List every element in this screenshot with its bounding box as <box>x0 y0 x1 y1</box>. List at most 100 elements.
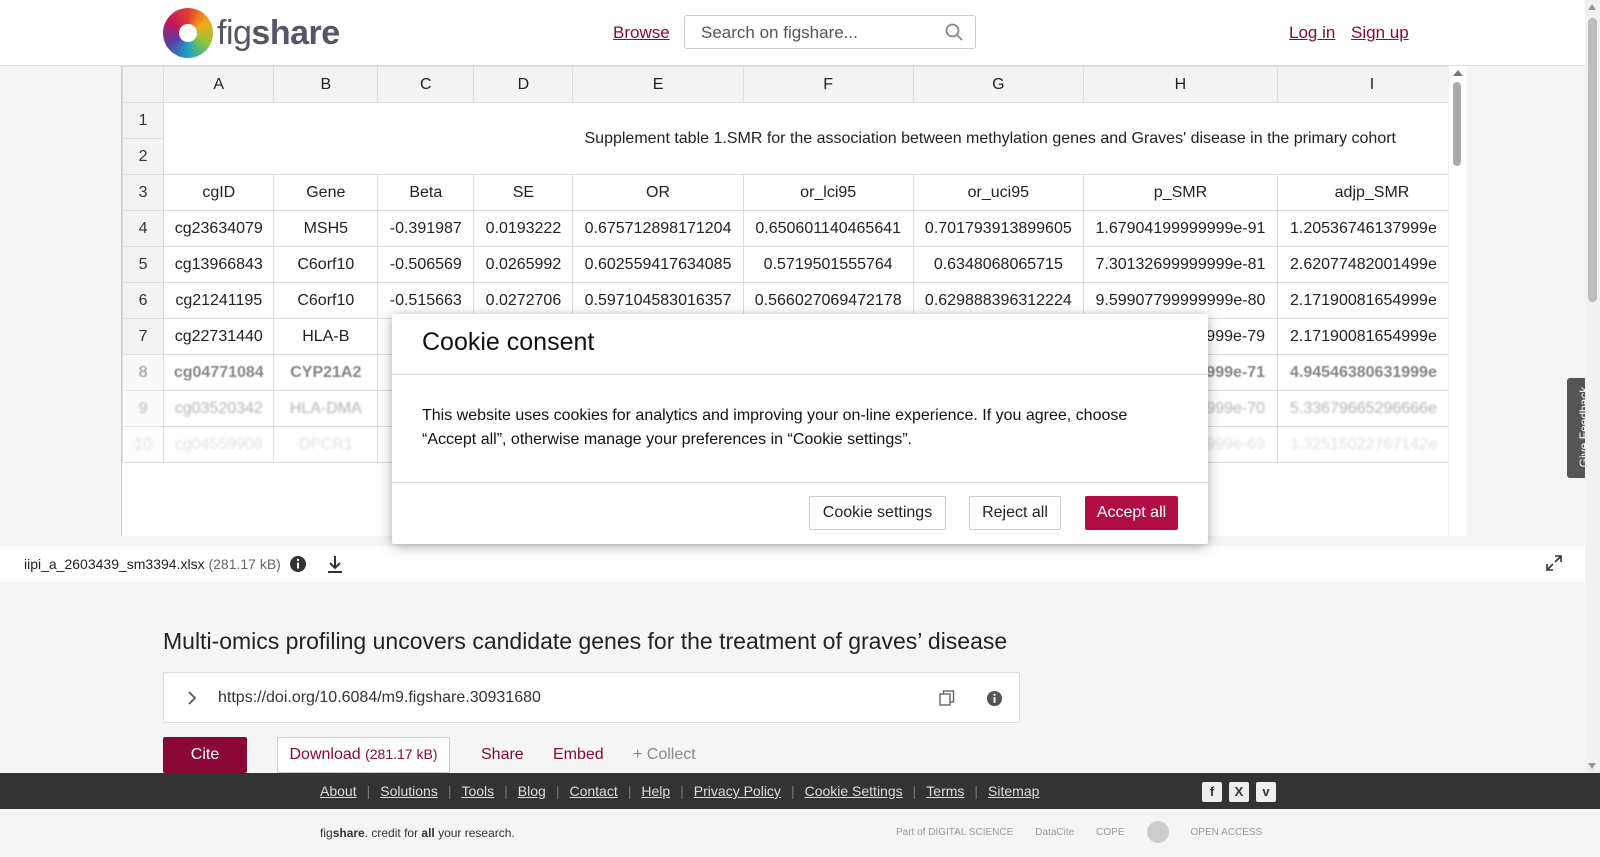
scroll-up-arrow-icon[interactable] <box>1588 4 1596 10</box>
cookie-settings-button[interactable]: Cookie settings <box>809 496 946 530</box>
signup-link[interactable]: Sign up <box>1351 23 1409 43</box>
scroll-down-arrow-icon[interactable] <box>1588 763 1596 769</box>
row-number: 2 <box>122 138 165 175</box>
accept-all-button[interactable]: Accept all <box>1085 496 1178 530</box>
chevron-right-icon[interactable] <box>186 691 198 705</box>
download-button[interactable]: Download (281.17 kB) <box>277 737 450 773</box>
cell: 4.94546380631999e <box>1277 354 1467 391</box>
logo-wordmark: figshare <box>217 13 340 52</box>
scrollbar-thumb[interactable] <box>1453 82 1461 166</box>
cite-button[interactable]: Cite <box>163 737 247 773</box>
cell: cg23634079 <box>163 210 275 247</box>
copy-icon[interactable] <box>939 690 955 706</box>
header-cell: SE <box>473 174 574 211</box>
download-icon[interactable] <box>325 554 345 574</box>
cell: 7.30132699999999e-81 <box>1082 246 1279 283</box>
footer-credit: figshare. credit for all your research. <box>320 826 515 840</box>
column-header: G <box>912 66 1084 103</box>
cookie-dialog-title: Cookie consent <box>422 328 595 356</box>
cell: 0.0193222 <box>473 210 574 247</box>
cell: CYP21A2 <box>273 354 379 391</box>
row-number: 4 <box>122 210 165 247</box>
cell: -0.391987 <box>377 210 475 247</box>
cell: C6orf10 <box>273 246 379 283</box>
cookie-consent-dialog: Cookie consent This website uses cookies… <box>392 314 1208 544</box>
figshare-logo[interactable]: figshare <box>163 8 340 58</box>
x-twitter-icon[interactable]: X <box>1229 782 1249 802</box>
footer-link-help[interactable]: Help <box>641 783 670 799</box>
browse-link[interactable]: Browse <box>613 23 670 43</box>
row-number: 6 <box>122 282 165 319</box>
cell: HLA-B <box>273 318 379 355</box>
cope-logo[interactable]: COPE <box>1096 827 1124 838</box>
footer-link-about[interactable]: About <box>320 783 357 799</box>
open-access-logo[interactable]: OPEN ACCESS <box>1191 827 1263 838</box>
footer-link-tools[interactable]: Tools <box>461 783 494 799</box>
reject-all-button[interactable]: Reject all <box>969 496 1061 530</box>
search-box[interactable] <box>684 15 976 49</box>
footer-link-blog[interactable]: Blog <box>518 783 546 799</box>
cell: 0.701793913899605 <box>912 210 1084 247</box>
cell: C6orf10 <box>273 282 379 319</box>
row-number: 7 <box>122 318 165 355</box>
facebook-icon[interactable]: f <box>1202 782 1222 802</box>
divider <box>392 482 1208 483</box>
fullscreen-icon[interactable] <box>1546 555 1562 571</box>
column-header: F <box>742 66 914 103</box>
footer-link-contact[interactable]: Contact <box>569 783 617 799</box>
login-link[interactable]: Log in <box>1289 23 1335 43</box>
figshare-logo-icon <box>163 8 213 58</box>
datacite-logo[interactable]: DataCite <box>1035 827 1074 838</box>
divider <box>392 374 1208 375</box>
embed-link[interactable]: Embed <box>553 746 604 764</box>
page-scrollbar-thumb[interactable] <box>1588 18 1597 302</box>
spreadsheet-scrollbar[interactable] <box>1448 66 1467 536</box>
cell: 5.33679665296666e <box>1277 390 1467 427</box>
corner-cell <box>122 66 165 103</box>
cell: -0.506569 <box>377 246 475 283</box>
footer-link-sitemap[interactable]: Sitemap <box>988 783 1039 799</box>
cell: 0.0265992 <box>473 246 574 283</box>
doi-link[interactable]: https://doi.org/10.6084/m9.figshare.3093… <box>218 689 541 707</box>
column-header: A <box>163 66 275 103</box>
column-header: B <box>273 66 379 103</box>
site-footer: About | Solutions | Tools | Blog | Contact | … <box>0 773 1600 809</box>
cell: DPCR1 <box>273 426 379 463</box>
table-header-row: 3 cgID Gene Beta SE OR or_lci95 or_uci95… <box>122 174 1467 211</box>
search-icon[interactable] <box>945 23 963 41</box>
table-row: 1 Supplement table 1.SMR for the associa… <box>122 102 1467 175</box>
column-header-row: A B C D E F G H I <box>122 66 1467 103</box>
header-cell: Gene <box>273 174 379 211</box>
info-icon[interactable] <box>289 555 307 573</box>
footer-link-solutions[interactable]: Solutions <box>380 783 438 799</box>
cell: 2.17190081654999e <box>1277 282 1467 319</box>
header-cell: or_lci95 <box>742 174 914 211</box>
footer-link-terms[interactable]: Terms <box>926 783 964 799</box>
share-link[interactable]: Share <box>481 746 524 764</box>
header-cell: or_uci95 <box>912 174 1084 211</box>
cell: 1.20536746137999e <box>1277 210 1467 247</box>
vimeo-icon[interactable]: v <box>1256 782 1276 802</box>
row-number: 8 <box>122 354 165 391</box>
header-cell: p_SMR <box>1082 174 1279 211</box>
cell: 1.67904199999999e-91 <box>1082 210 1279 247</box>
cell: 0.675712898171204 <box>572 210 744 247</box>
footer-link-cookie-settings[interactable]: Cookie Settings <box>805 783 903 799</box>
search-input[interactable] <box>699 22 933 44</box>
partner-logos: Part of DIGITAL SCIENCE DataCite COPE OP… <box>896 821 1262 843</box>
sub-footer: figshare. credit for all your research. … <box>0 809 1600 857</box>
cell: 1.32515022767142e <box>1277 426 1467 463</box>
scroll-up-arrow-icon[interactable] <box>1453 70 1463 76</box>
file-name: iipi_a_2603439_sm3394.xlsx (281.17 kB) <box>24 556 281 572</box>
globe-logo-icon[interactable] <box>1146 821 1169 843</box>
cell: 2.62077482001499e <box>1277 246 1467 283</box>
digital-science-logo[interactable]: Part of DIGITAL SCIENCE <box>896 827 1013 838</box>
cell: cg21241195 <box>163 282 275 319</box>
page-scrollbar[interactable] <box>1585 0 1600 773</box>
footer-link-privacy[interactable]: Privacy Policy <box>694 783 781 799</box>
table-row: 4 cg23634079 MSH5 -0.391987 0.0193222 0.… <box>122 210 1467 247</box>
info-icon[interactable] <box>986 690 1003 707</box>
file-size: (281.17 kB) <box>208 556 281 572</box>
collect-link[interactable]: + Collect <box>633 746 696 764</box>
site-header: figshare Browse Log in Sign up <box>0 0 1585 66</box>
